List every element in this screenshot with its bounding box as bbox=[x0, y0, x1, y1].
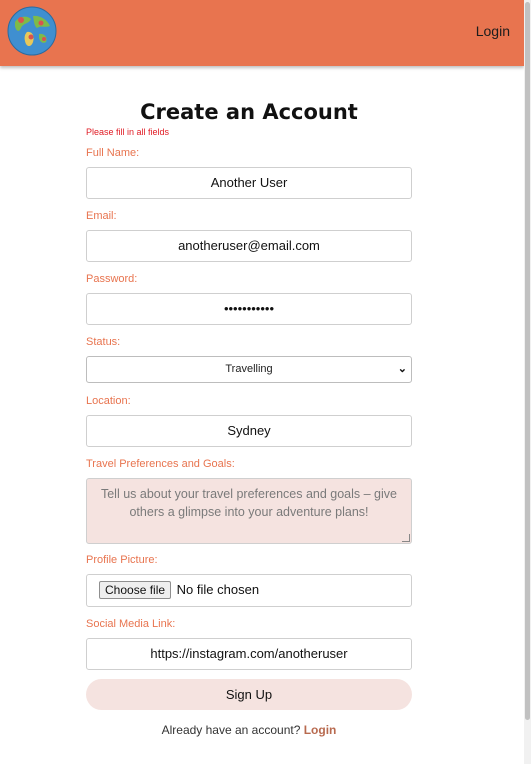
profile-picture-input[interactable]: Choose file No file chosen bbox=[86, 574, 412, 607]
travel-preferences-label: Travel Preferences and Goals: bbox=[86, 458, 235, 470]
social-media-input[interactable]: https://instagram.com/anotheruser bbox=[86, 638, 412, 670]
choose-file-button[interactable]: Choose file bbox=[99, 581, 172, 599]
password-label: Password: bbox=[86, 273, 138, 285]
location-input[interactable]: Sydney bbox=[86, 415, 412, 447]
status-label: Status: bbox=[86, 336, 121, 348]
login-prompt-text: Already have an account? bbox=[161, 723, 301, 737]
password-input[interactable]: ••••••••••• bbox=[86, 293, 412, 325]
globe-logo-icon[interactable] bbox=[7, 6, 57, 56]
file-status-text: No file chosen bbox=[176, 582, 260, 597]
status-selected-value: Travelling bbox=[225, 363, 273, 375]
page-scrollbar[interactable] bbox=[524, 0, 531, 764]
full-name-label: Full Name: bbox=[86, 147, 140, 159]
page-title: Create an Account bbox=[140, 100, 358, 124]
profile-picture-label: Profile Picture: bbox=[86, 554, 158, 566]
full-name-input[interactable]: Another User bbox=[86, 167, 412, 199]
form-error-message: Please fill in all fields bbox=[86, 127, 170, 137]
scrollbar-thumb[interactable] bbox=[525, 2, 530, 720]
resize-handle-icon[interactable] bbox=[402, 534, 410, 542]
chevron-down-icon: ⌄ bbox=[397, 363, 407, 375]
location-label: Location: bbox=[86, 395, 131, 407]
status-select[interactable]: Travelling ⌄ bbox=[86, 356, 412, 383]
social-media-label: Social Media Link: bbox=[86, 618, 176, 630]
login-prompt: Already have an account? Login bbox=[86, 723, 412, 737]
sign-up-button[interactable]: Sign Up bbox=[86, 679, 412, 710]
email-input[interactable]: anotheruser@email.com bbox=[86, 230, 412, 262]
footer-login-link[interactable]: Login bbox=[304, 723, 337, 737]
travel-preferences-placeholder: Tell us about your travel preferences an… bbox=[100, 487, 397, 519]
travel-preferences-textarea[interactable]: Tell us about your travel preferences an… bbox=[86, 478, 412, 544]
top-nav-bar: Login bbox=[0, 0, 524, 66]
email-label: Email: bbox=[86, 210, 117, 222]
nav-login-link[interactable]: Login bbox=[476, 23, 510, 39]
